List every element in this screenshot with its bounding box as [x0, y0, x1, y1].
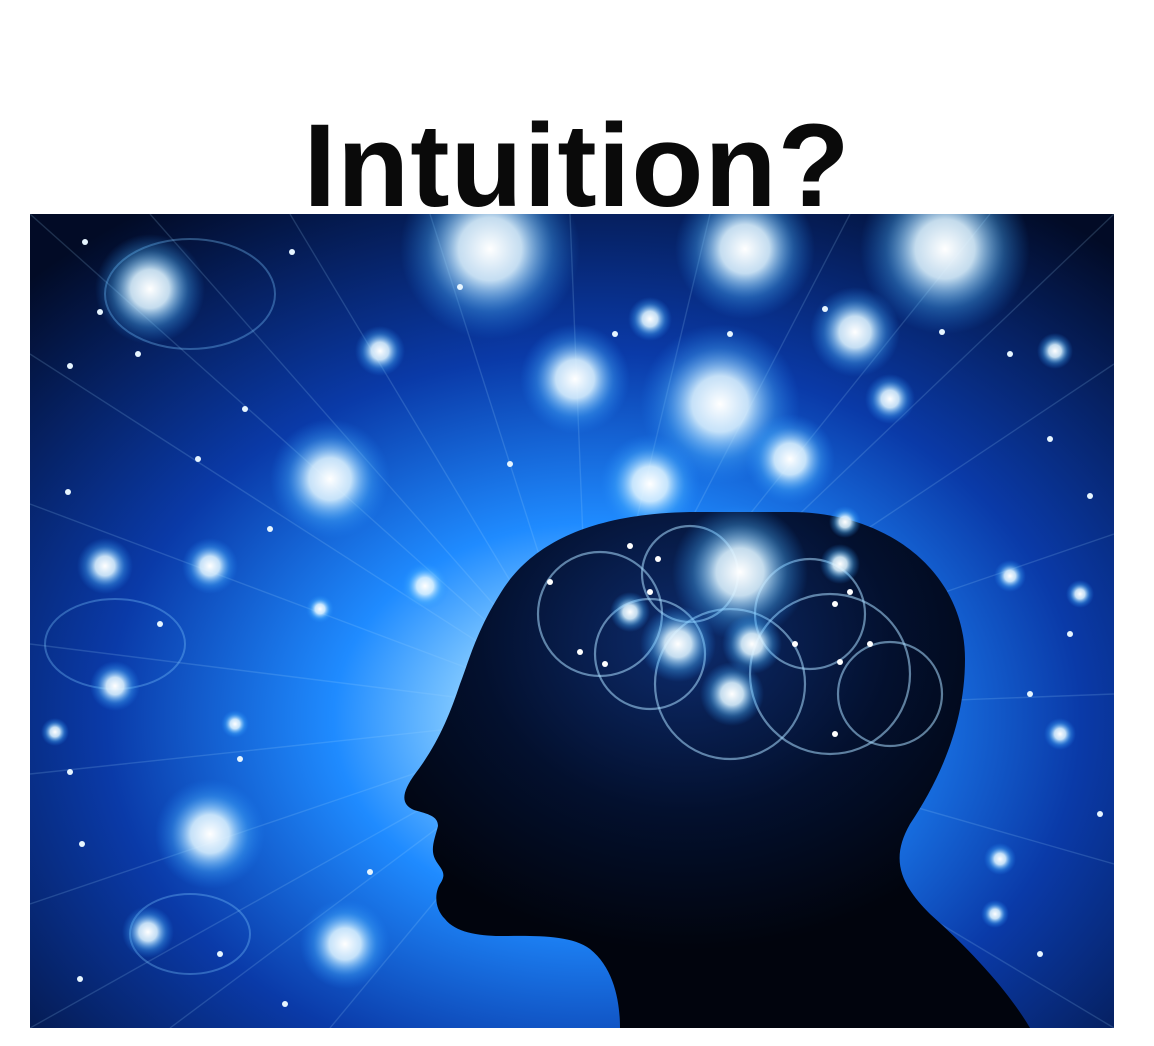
slide-title: Intuition? [303, 100, 851, 233]
head-illustration [30, 214, 1114, 1028]
glowing-head-silhouette-icon [30, 214, 1114, 1028]
slide: Intuition? [0, 0, 1154, 1046]
